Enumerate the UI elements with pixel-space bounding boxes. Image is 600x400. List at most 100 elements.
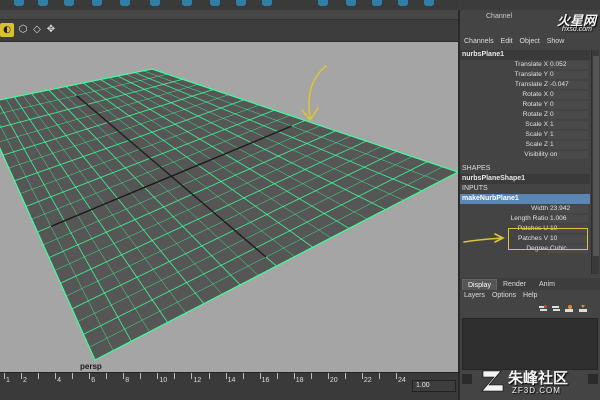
timeline-tick [208,373,210,379]
annotation-arrow [301,65,327,122]
timeline-tick-label: 22 [363,377,372,384]
layer-nav-left[interactable] [462,374,472,384]
timeline-tick [276,373,278,379]
channel-scroll-thumb[interactable] [593,56,599,256]
cube-wire-icon[interactable]: ◇ [30,23,44,37]
shelf-tool-icon[interactable] [150,0,160,6]
time-slider[interactable]: 1 2 4 6 8 10 12 14 16 18 20 22 24 [0,372,458,400]
zf3d-logo-icon [481,370,504,392]
timeline-tick-label: 20 [329,377,338,384]
shelf-tool-icon[interactable] [398,0,408,6]
nurbs-plane-grid [0,65,458,361]
layer-stack-icon[interactable] [538,304,548,314]
layer-select-icon[interactable] [564,304,574,314]
attr-row[interactable]: Translate Z -0.047 [460,80,590,90]
timeline-tick [361,373,363,379]
menu-channels[interactable]: Channels [464,38,494,45]
zf3d-logo-text: 朱峰社区 [508,369,569,387]
timeline-tick-label: 2 [23,377,27,384]
patches-highlight-box [508,228,588,250]
timeline-tick-label: 8 [125,377,130,384]
timeline-tick [89,373,91,379]
attr-row[interactable]: Rotate Z0 [460,110,590,120]
channel-scrollbar[interactable] [591,50,599,274]
timeline-tick [310,373,312,379]
tab-render[interactable]: Render [498,279,531,290]
timeline-tick-label: 24 [398,377,406,384]
plane-surface [0,68,458,361]
timeline-tick [378,373,380,379]
timeline-tick [21,373,23,379]
shelf-tool-icon[interactable] [92,0,102,6]
tab-anim[interactable]: Anim [534,279,560,290]
timeline-tick [72,373,74,379]
current-frame-field[interactable]: 1.00 [412,380,456,392]
layer-assign-icon[interactable] [578,304,588,314]
attr-row[interactable]: Translate Y0 [460,70,590,80]
shelf-tool-icon[interactable] [120,0,130,6]
menu-help[interactable]: Help [523,292,537,299]
viewport-toolbar: ◐ ⬡ ◇ ✥ [0,20,458,42]
attr-row[interactable]: Translate X 0.052 [460,60,590,70]
timeline-tick [242,373,244,379]
timeline-tick [396,373,397,379]
camera-label: persp [80,362,102,371]
layer-editor-menu: Layers Options Help [460,292,600,304]
attr-row[interactable]: Visibility on [460,150,590,160]
timeline-tick [55,373,57,379]
shelf-tool-icon[interactable] [262,0,272,6]
menu-layers[interactable]: Layers [464,292,485,299]
input-node-name[interactable]: makeNurbPlane1 [460,194,590,204]
timeline-tick [4,373,5,379]
patches-arrow [463,233,505,243]
shelf-tool-icon[interactable] [372,0,382,6]
shelf-tool-icon[interactable] [346,0,356,6]
channel-box: Channel 火星网 hxsd.com Channels Edit Objec… [460,10,600,400]
menu-show[interactable]: Show [547,38,565,45]
timeline-tick-label: 18 [295,377,304,384]
timeline-tick [123,373,125,379]
shelf-tool-icon[interactable] [14,0,24,6]
timeline-tick [344,373,346,379]
shelf-tool-icon[interactable] [236,0,246,6]
timeline-tick-label: 16 [261,377,270,384]
menu-object[interactable]: Object [520,38,540,45]
timeline-tick [106,373,108,379]
shelf-tool-icon[interactable] [182,0,192,6]
transform-node-name[interactable]: nurbsPlane1 [460,50,590,60]
shelf-tool-icon[interactable] [64,0,74,6]
timeline-tick-label: 6 [91,377,96,384]
timeline-tick [259,373,261,379]
select-camera-icon[interactable]: ◐ [0,23,14,37]
shelf-tool-icon[interactable] [210,0,220,6]
perspective-viewport[interactable]: persp [0,42,458,372]
timeline-tick-label: 1 [6,377,10,384]
channel-list: nurbsPlane1 Translate X 0.052 Translate Y… [460,50,590,254]
layer-new-icon[interactable] [551,304,561,314]
viewport-menubar [0,10,458,20]
menu-edit[interactable]: Edit [501,38,513,45]
shape-node-name[interactable]: nurbsPlaneShape1 [460,174,590,184]
timeline-tick [174,373,176,379]
shelf-tool-icon[interactable] [318,0,328,6]
attr-row[interactable]: Length Ratio 1.006 [460,214,590,224]
menu-options[interactable]: Options [492,292,516,299]
attr-row[interactable]: Rotate X0 [460,90,590,100]
channel-box-menu: Channels Edit Object Show [460,38,600,50]
attr-row[interactable]: Scale Z1 [460,140,590,150]
timeline-tick [140,373,142,379]
timeline-tick [327,373,329,379]
timeline-tick-label: 4 [57,377,62,384]
attr-row[interactable]: Scale X1 [460,120,590,130]
tab-display[interactable]: Display [462,279,497,290]
attr-row[interactable]: Scale Y1 [460,130,590,140]
layer-editor-toolbar [534,304,600,316]
shelf-tool-icon[interactable] [424,0,434,6]
link-icon[interactable]: ✥ [44,23,58,37]
layer-editor-tabs: Display Render Anim [460,278,600,290]
cube-shaded-icon[interactable]: ⬡ [16,23,30,37]
shelf-tool-icon[interactable] [38,0,48,6]
attr-row[interactable]: Width 23.942 [460,204,590,214]
zf3d-watermark: 朱峰社区 ZF3D.COM [480,363,598,399]
attr-row[interactable]: Rotate Y0 [460,100,590,110]
